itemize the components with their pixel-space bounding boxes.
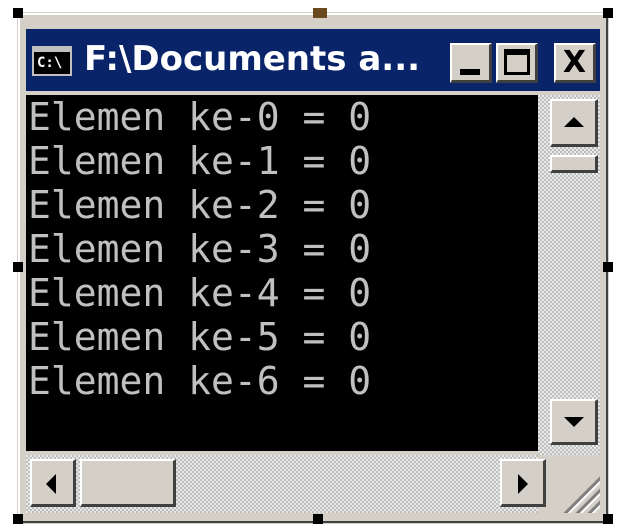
horizontal-scroll-thumb[interactable] — [80, 459, 176, 507]
maximize-icon — [504, 49, 530, 75]
resize-handle[interactable] — [603, 514, 613, 524]
vertical-scroll-thumb[interactable] — [550, 155, 598, 173]
scroll-up-button[interactable] — [550, 99, 598, 147]
vertical-scrollbar[interactable] — [538, 95, 600, 455]
arrow-down-icon — [564, 417, 584, 427]
arrow-up-icon — [564, 117, 584, 127]
console-line: Elemen ke-2 = 0 — [28, 183, 372, 227]
resize-handle[interactable] — [313, 514, 323, 524]
console-line: Elemen ke-1 = 0 — [28, 139, 372, 183]
arrow-left-icon — [46, 474, 56, 494]
horizontal-scrollbar[interactable] — [26, 455, 538, 513]
arrow-right-icon — [518, 474, 528, 494]
console-line: Elemen ke-0 = 0 — [28, 95, 372, 139]
resize-handle[interactable] — [13, 514, 23, 524]
window-title: F:\Documents a... — [84, 39, 421, 79]
console-line: Elemen ke-5 = 0 — [28, 315, 372, 359]
minimize-icon — [460, 69, 480, 75]
close-button[interactable]: X — [554, 43, 596, 83]
resize-handle[interactable] — [313, 8, 327, 18]
scroll-down-button[interactable] — [550, 399, 598, 445]
close-icon: X — [562, 44, 587, 80]
resize-handle[interactable] — [603, 8, 613, 18]
console-line: Elemen ke-3 = 0 — [28, 227, 372, 271]
scroll-right-button[interactable] — [500, 459, 546, 507]
console-icon[interactable]: C:\ — [32, 46, 72, 76]
console-icon-label: C:\ — [37, 55, 63, 71]
console-output[interactable]: Elemen ke-0 = 0 Elemen ke-1 = 0 Elemen k… — [26, 95, 538, 451]
title-bar[interactable]: C:\ F:\Documents a... X — [26, 29, 600, 91]
minimize-button[interactable] — [450, 43, 492, 83]
scroll-left-button[interactable] — [30, 459, 76, 507]
resize-handle[interactable] — [603, 262, 613, 272]
console-window: C:\ F:\Documents a... X Elemen ke-0 = 0 … — [17, 12, 609, 524]
console-line: Elemen ke-4 = 0 — [28, 271, 372, 315]
console-line: Elemen ke-6 = 0 — [28, 359, 372, 403]
resize-grip[interactable] — [550, 455, 600, 513]
resize-handle[interactable] — [13, 8, 23, 18]
resize-handle[interactable] — [13, 262, 23, 272]
maximize-button[interactable] — [496, 43, 538, 83]
